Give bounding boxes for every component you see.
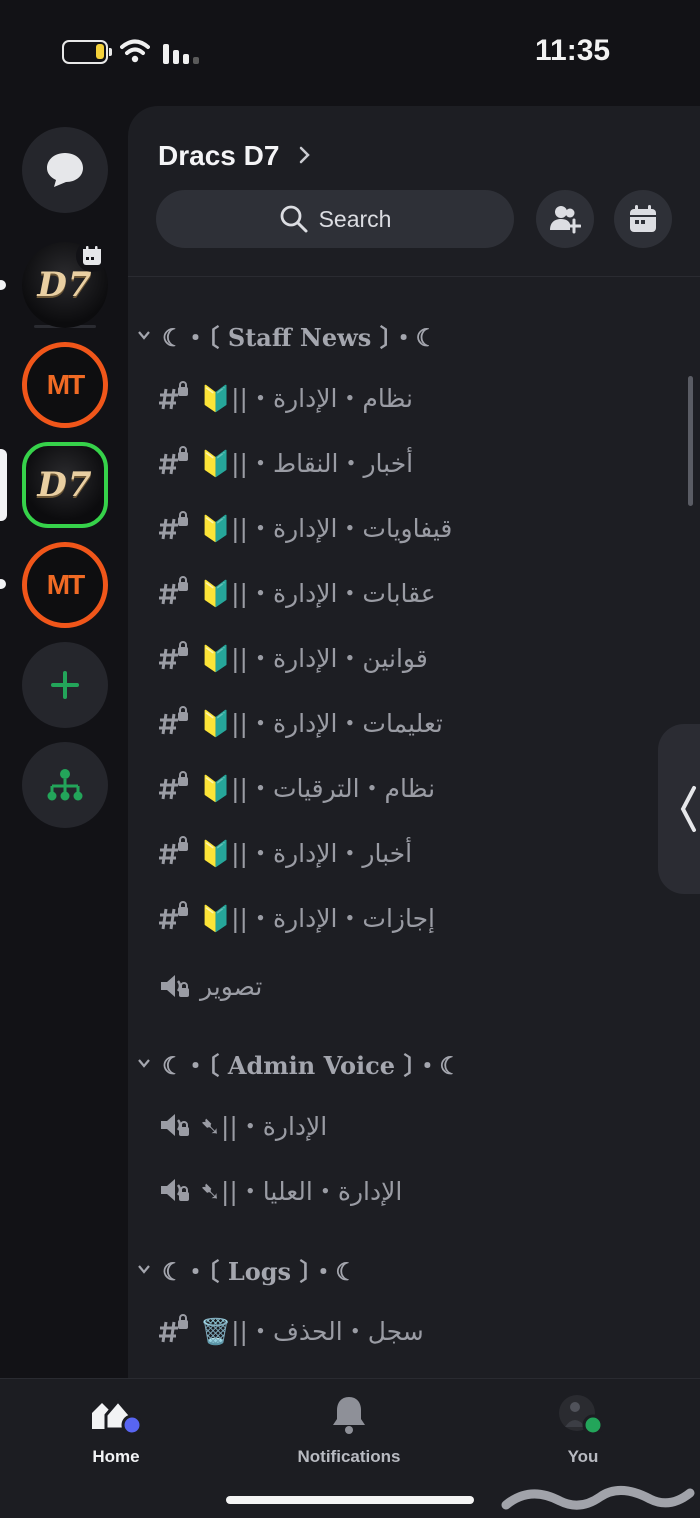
- channel-panel: Dracs D7 Search ☾・〔 Staff News 〕・☾ نظام・…: [128, 106, 700, 1378]
- channel-item[interactable]: نظام・الإدارة・||🔰: [158, 369, 413, 425]
- battery-icon: [62, 40, 112, 64]
- locked-text-channel-icon: [159, 511, 188, 540]
- locked-voice-channel-icon: [161, 1179, 189, 1201]
- chevron-down-icon: [138, 331, 150, 340]
- selected-indicator: [0, 449, 7, 521]
- chevron-down-icon: [138, 1265, 150, 1274]
- bottom-nav: Home Notifications You: [0, 1378, 700, 1518]
- channel-item[interactable]: أخبار・النقاط・||🔰: [158, 434, 413, 490]
- locked-text-channel-icon: [159, 901, 188, 930]
- watermark-logo: [501, 1486, 695, 1510]
- locked-text-channel-icon: [159, 1314, 188, 1343]
- plus-icon: [51, 671, 79, 699]
- locked-text-channel-icon: [159, 576, 188, 605]
- unread-indicator: [0, 280, 6, 290]
- locked-text-channel-icon: [159, 641, 188, 670]
- locked-voice-channel-icon: [161, 975, 189, 997]
- locked-voice-channel-icon: [161, 1114, 189, 1136]
- voice-channel-item[interactable]: تصوير: [158, 958, 262, 1014]
- search-label: Search: [318, 205, 392, 232]
- category-admin-voice[interactable]: ☾・〔 Admin Voice 〕・☾: [136, 1038, 461, 1088]
- header-divider: [128, 276, 700, 277]
- server-icon-mt-2[interactable]: MT: [22, 542, 108, 628]
- chevron-down-icon: [138, 1059, 150, 1068]
- search-icon: [280, 205, 308, 233]
- avatar: [559, 1395, 604, 1436]
- hierarchy-icon: [47, 769, 83, 801]
- category-logs[interactable]: ☾・〔 Logs 〕・☾: [136, 1244, 357, 1294]
- server-icon-mt[interactable]: MT: [22, 342, 108, 428]
- status-bar: 11:35: [0, 0, 700, 100]
- home-indicator: [226, 1496, 474, 1504]
- voice-channel-item[interactable]: الإدارة・العليا・||➷: [158, 1162, 402, 1218]
- locked-text-channel-icon: [159, 446, 188, 475]
- invite-button[interactable]: [536, 190, 594, 248]
- voice-channel-item[interactable]: الإدارة・||➷: [158, 1097, 327, 1153]
- nav-home[interactable]: Home: [41, 1393, 191, 1467]
- locked-text-channel-icon: [159, 836, 188, 865]
- locked-text-channel-icon: [159, 771, 188, 800]
- category-staff-news[interactable]: ☾・〔 Staff News 〕・☾: [136, 310, 437, 360]
- channel-item[interactable]: إجازات・الإدارة・||🔰: [158, 889, 435, 945]
- server-rail: D7 MT D7 MT: [0, 100, 128, 1378]
- channel-item[interactable]: أخبار・الإدارة・||🔰: [158, 824, 412, 880]
- nav-notifications[interactable]: Notifications: [274, 1393, 424, 1467]
- channel-item[interactable]: نظام・الترقيات・||🔰: [158, 759, 435, 815]
- channel-item[interactable]: تعليمات・الإدارة・||🔰: [158, 694, 443, 750]
- nav-you[interactable]: You: [508, 1393, 658, 1467]
- add-member-icon: [550, 206, 581, 234]
- unread-indicator: [0, 579, 6, 589]
- server-icon-d7-selected[interactable]: D7: [22, 442, 108, 528]
- channel-item[interactable]: قيفاويات・الإدارة・||🔰: [158, 499, 452, 555]
- chevron-left-icon: [680, 786, 696, 832]
- chat-bubble-icon: [47, 153, 83, 187]
- add-server-button[interactable]: [22, 642, 108, 728]
- home-icon: [92, 1398, 143, 1436]
- members-drawer-handle[interactable]: [658, 724, 700, 894]
- event-badge-icon: [76, 240, 108, 272]
- discover-button[interactable]: [22, 742, 108, 828]
- locked-text-channel-icon: [159, 706, 188, 735]
- bell-icon: [333, 1397, 365, 1434]
- scrollbar[interactable]: [688, 376, 693, 506]
- locked-text-channel-icon: [159, 381, 188, 410]
- direct-messages-button[interactable]: [22, 127, 108, 213]
- channel-item[interactable]: سجل・الحذف・||🗑️: [158, 1302, 424, 1358]
- calendar-icon: [630, 205, 656, 232]
- status-time: 11:35: [535, 34, 611, 67]
- chevron-right-icon[interactable]: [296, 144, 314, 166]
- wifi-icon: [120, 39, 150, 63]
- server-name[interactable]: Dracs D7: [158, 140, 279, 172]
- search-button[interactable]: Search: [156, 190, 514, 248]
- signal-icon: [163, 44, 199, 64]
- channel-item[interactable]: قوانين・الإدارة・||🔰: [158, 629, 428, 685]
- events-button[interactable]: [614, 190, 672, 248]
- channel-item[interactable]: عقابات・الإدارة・||🔰: [158, 564, 436, 620]
